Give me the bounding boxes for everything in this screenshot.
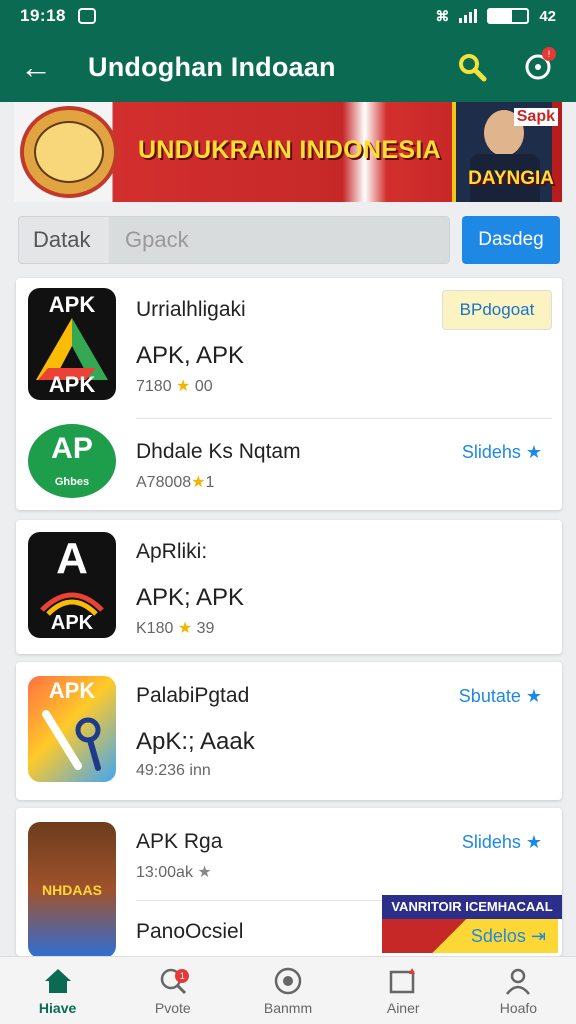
app-name: Dhdale Ks Nqtam: [136, 440, 301, 463]
app-card: A APK ApRliki: APK; APK K180 ★ 39: [16, 520, 562, 654]
emblem-logo: [20, 106, 118, 198]
app-name: PalabiPgtad: [136, 684, 250, 707]
app-name: Urrialhligaki: [136, 298, 246, 321]
list-item[interactable]: APK PalabiPgtad ApK:; Aaak 49:236 inn Sb…: [16, 662, 562, 800]
app-icon: A APK: [28, 532, 116, 638]
notification-bell-icon[interactable]: !: [520, 47, 556, 85]
list-item[interactable]: NHDAAS APK Rga 13:00ak ★ Slidehs ★: [16, 808, 562, 956]
promo-banner[interactable]: UNDUKRAIN INDONESIA Sapk DAYNGIA: [14, 102, 562, 202]
bottom-nav: Hiave 1 Pvote Banmm Ainer Hoafo: [0, 956, 576, 1024]
circle-icon: [273, 966, 303, 996]
app-meta: 13:00ak ★: [136, 864, 212, 881]
action-link[interactable]: Sbutate ★: [459, 686, 542, 707]
search-icon[interactable]: [454, 49, 490, 85]
list-item[interactable]: AP Ghbes Dhdale Ks Nqtam A78008★1 Slideh…: [16, 418, 562, 510]
app-subtitle: ApK:; Aaak: [136, 728, 255, 755]
banner-corner-text: Sapk: [513, 108, 558, 126]
star-icon: ★: [197, 864, 212, 881]
app-icon: APK APK: [28, 288, 116, 400]
app-subtitle: APK; APK: [136, 584, 245, 611]
star-icon: ★: [176, 378, 191, 395]
nav-item-games[interactable]: Banmm: [230, 957, 345, 1024]
nav-item-home[interactable]: Hiave: [0, 957, 115, 1024]
nav-item-updates[interactable]: Ainer: [346, 957, 461, 1024]
app-meta: K180 ★ 39: [136, 620, 215, 637]
app-card: APK APK Urrialhligaki APK, APK 7180 ★ 00…: [16, 278, 562, 510]
filter-row: Datak Dasdeg: [18, 216, 560, 264]
action-link[interactable]: Sdelos ⇥: [471, 926, 546, 947]
app-name: ApRliki:: [136, 540, 208, 563]
battery-icon: [487, 8, 530, 24]
list-item[interactable]: APK APK Urrialhligaki APK, APK 7180 ★ 00…: [16, 278, 562, 408]
app-meta: 7180 ★ 00: [136, 378, 213, 395]
app-name: APK Rga: [136, 830, 223, 853]
app-meta: 49:236 inn: [136, 762, 211, 779]
banner-subtitle: DAYNGIA: [468, 168, 554, 189]
page-title: Undoghan Indoaan: [88, 51, 336, 82]
star-icon: ★: [177, 620, 193, 637]
nav-item-search[interactable]: 1 Pvote: [115, 957, 230, 1024]
action-link[interactable]: Slidehs ★: [462, 442, 542, 463]
nav-item-profile[interactable]: Hoafo: [461, 957, 576, 1024]
app-icon: AP Ghbes: [28, 424, 116, 498]
update-icon: [388, 966, 418, 996]
app-meta: A78008★1: [136, 474, 215, 491]
user-icon: [503, 966, 533, 996]
status-time: 19:18: [20, 6, 66, 25]
banner-title: UNDUKRAIN INDONESIA: [138, 136, 441, 164]
action-link[interactable]: Slidehs ★: [462, 832, 542, 853]
list-item[interactable]: A APK ApRliki: APK; APK K180 ★ 39: [16, 520, 562, 654]
signal-icon: [459, 9, 478, 23]
app-card: APK PalabiPgtad ApK:; Aaak 49:236 inn Sb…: [16, 662, 562, 800]
notification-icon: [77, 8, 96, 24]
star-icon: ★: [191, 474, 206, 491]
app-name: PanoOcsiel: [136, 920, 244, 943]
back-arrow-icon[interactable]: ←: [20, 51, 60, 83]
home-icon: [43, 966, 73, 996]
promo-label[interactable]: VANRITOIR ICEMHACAAL: [382, 895, 562, 919]
search-input[interactable]: [109, 217, 449, 263]
app-subtitle: APK, APK: [136, 342, 245, 369]
battery-level: 42: [539, 7, 556, 25]
filter-button[interactable]: Dasdeg: [462, 216, 560, 264]
filter-label: Datak: [33, 227, 91, 252]
notification-badge: !: [542, 47, 556, 61]
filter-field: Datak: [18, 216, 450, 264]
app-bar: ← Undoghan Indoaan !: [0, 32, 576, 102]
status-bar: 19:18 ⌘ 42: [0, 0, 576, 32]
app-icon: APK: [28, 676, 116, 782]
network-icon: ⌘: [435, 7, 450, 24]
download-button[interactable]: BPdogoat: [442, 290, 552, 330]
